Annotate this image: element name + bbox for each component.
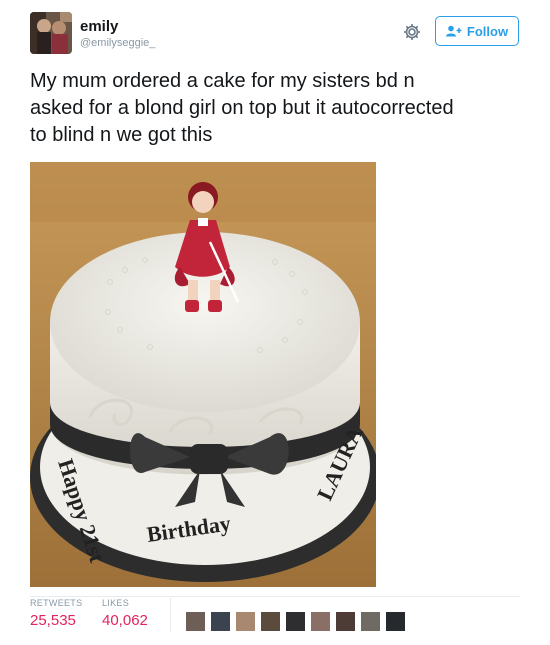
- retweets-stat[interactable]: RETWEETS 25,535: [30, 598, 82, 629]
- cake-photo: Happy 21st Birthday LAURA: [30, 162, 376, 587]
- avatar[interactable]: [30, 12, 72, 54]
- likes-count: 40,062: [102, 612, 148, 629]
- liker-avatar[interactable]: [336, 612, 355, 631]
- liker-avatar[interactable]: [236, 612, 255, 631]
- display-name[interactable]: emily: [80, 18, 118, 35]
- tweet-header: emily @emilyseggie_ Follow: [30, 10, 520, 56]
- stats-separator: [170, 598, 171, 632]
- liker-avatar[interactable]: [361, 612, 380, 631]
- follow-button[interactable]: Follow: [435, 16, 519, 46]
- gear-icon[interactable]: [402, 22, 422, 42]
- retweets-label: RETWEETS: [30, 598, 83, 608]
- liker-avatar[interactable]: [286, 612, 305, 631]
- likes-stat[interactable]: LIKES 40,062: [102, 598, 148, 629]
- liker-avatar[interactable]: [211, 612, 230, 631]
- stats-divider: [30, 596, 520, 597]
- avatar-image: [30, 12, 72, 54]
- user-handle[interactable]: @emilyseggie_: [80, 37, 155, 49]
- liker-avatar[interactable]: [186, 612, 205, 631]
- retweets-count: 25,535: [30, 612, 76, 629]
- liker-avatar[interactable]: [311, 612, 330, 631]
- follow-label: Follow: [466, 23, 509, 39]
- tweet-photo[interactable]: Happy 21st Birthday LAURA: [30, 162, 376, 587]
- add-user-icon: [445, 25, 462, 37]
- tweet-text: My mum ordered a cake for my sisters bd …: [30, 70, 454, 146]
- likes-label: LIKES: [102, 598, 130, 608]
- liker-avatar[interactable]: [386, 612, 405, 631]
- liker-avatar[interactable]: [261, 612, 280, 631]
